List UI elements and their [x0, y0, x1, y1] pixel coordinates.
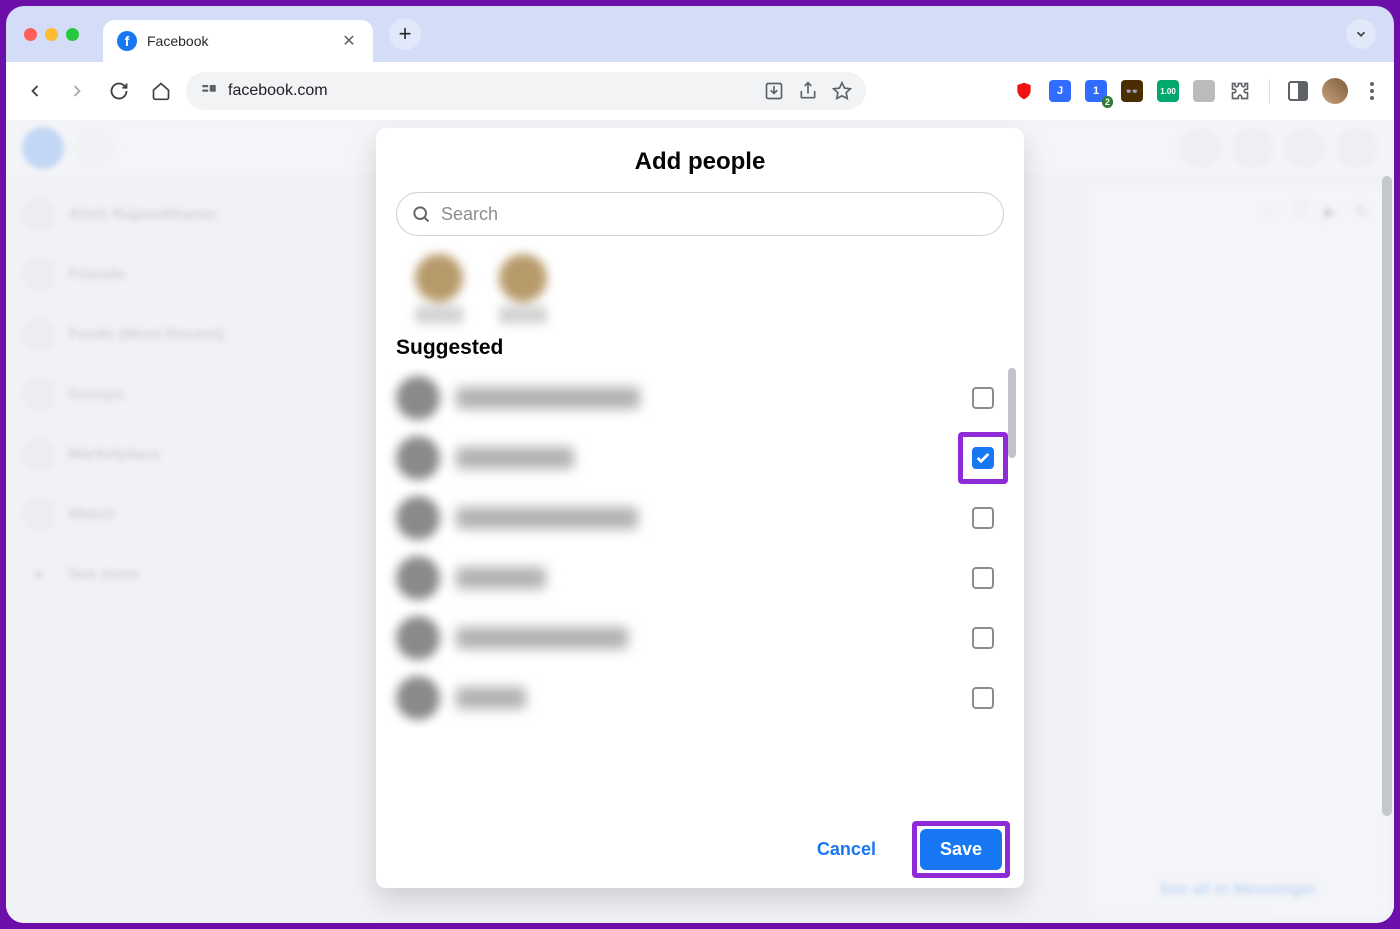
reload-button[interactable]: [102, 74, 136, 108]
modal-title: Add people: [376, 148, 1024, 176]
tabs-overflow-button[interactable]: [1346, 19, 1376, 49]
extension-gray-icon[interactable]: [1193, 80, 1215, 102]
suggested-list: [376, 368, 1024, 728]
browser-tab[interactable]: f Facebook ✕: [103, 20, 373, 62]
person-avatar: [396, 676, 440, 720]
person-checkbox[interactable]: [972, 687, 994, 709]
modal-footer: Cancel Save: [376, 815, 1024, 888]
suggested-person-row[interactable]: [396, 368, 1014, 428]
browser-window: f Facebook ✕ + facebook.com: [6, 6, 1394, 923]
browser-tab-title: Facebook: [147, 33, 329, 49]
person-checkbox[interactable]: [972, 627, 994, 649]
person-name: [456, 507, 638, 529]
extension-j-icon[interactable]: J: [1049, 80, 1071, 102]
profile-avatar-button[interactable]: [1322, 78, 1348, 104]
person-checkbox[interactable]: [972, 387, 994, 409]
selected-people-row: [376, 236, 1024, 330]
back-button[interactable]: [18, 74, 52, 108]
person-avatar: [396, 556, 440, 600]
forward-button[interactable]: [60, 74, 94, 108]
home-button[interactable]: [144, 74, 178, 108]
person-avatar: [396, 616, 440, 660]
person-avatar: [396, 376, 440, 420]
sidepanel-toggle-button[interactable]: [1288, 81, 1308, 101]
person-checkbox[interactable]: [972, 507, 994, 529]
person-name: [456, 387, 640, 409]
selected-person-chip[interactable]: [496, 254, 550, 324]
save-button[interactable]: Save: [920, 829, 1002, 870]
search-icon: [411, 204, 431, 224]
search-input[interactable]: [441, 204, 989, 225]
suggested-person-row[interactable]: [396, 668, 1014, 728]
window-controls: [24, 28, 79, 41]
modal-container: Add people Suggested: [6, 120, 1394, 923]
minimize-window-button[interactable]: [45, 28, 58, 41]
extension-reader-icon[interactable]: 👓: [1121, 80, 1143, 102]
person-avatar: [396, 496, 440, 540]
person-checkbox[interactable]: [972, 447, 994, 469]
suggested-person-row[interactable]: [396, 428, 1014, 488]
separator: [1269, 79, 1270, 103]
person-name: [456, 447, 574, 469]
share-icon[interactable]: [798, 81, 818, 101]
window-titlebar: f Facebook ✕ +: [6, 6, 1394, 62]
add-people-modal: Add people Suggested: [376, 128, 1024, 888]
address-text: facebook.com: [228, 82, 328, 100]
person-name: [456, 687, 526, 709]
close-window-button[interactable]: [24, 28, 37, 41]
search-box[interactable]: [396, 192, 1004, 236]
person-name: [456, 627, 628, 649]
person-name: [456, 567, 546, 589]
extension-adblock-icon[interactable]: [1013, 80, 1035, 102]
extension-price-icon[interactable]: 1.00: [1157, 80, 1179, 102]
browser-toolbar: facebook.com J 12 👓 1.00: [6, 62, 1394, 120]
bookmark-icon[interactable]: [832, 81, 852, 101]
page-content: Atish Rajasekharan Friends Feeds (Most R…: [6, 120, 1394, 923]
facebook-favicon-icon: f: [117, 31, 137, 51]
suggested-heading: Suggested: [376, 330, 1024, 368]
suggested-person-row[interactable]: [396, 548, 1014, 608]
person-avatar: [396, 436, 440, 480]
browser-menu-button[interactable]: [1362, 82, 1382, 100]
maximize-window-button[interactable]: [66, 28, 79, 41]
install-app-icon[interactable]: [764, 81, 784, 101]
selected-person-chip[interactable]: [412, 254, 466, 324]
person-checkbox[interactable]: [972, 567, 994, 589]
extensions-menu-button[interactable]: [1229, 80, 1251, 102]
modal-scrollbar-thumb[interactable]: [1008, 368, 1016, 458]
close-tab-button[interactable]: ✕: [339, 31, 359, 51]
site-settings-icon[interactable]: [200, 82, 218, 100]
new-tab-button[interactable]: +: [389, 18, 421, 50]
extensions-row: J 12 👓 1.00: [1013, 78, 1382, 104]
suggested-person-row[interactable]: [396, 608, 1014, 668]
suggested-person-row[interactable]: [396, 488, 1014, 548]
address-bar[interactable]: facebook.com: [186, 72, 866, 110]
cancel-button[interactable]: Cancel: [797, 829, 896, 870]
extension-onetab-icon[interactable]: 12: [1085, 80, 1107, 102]
